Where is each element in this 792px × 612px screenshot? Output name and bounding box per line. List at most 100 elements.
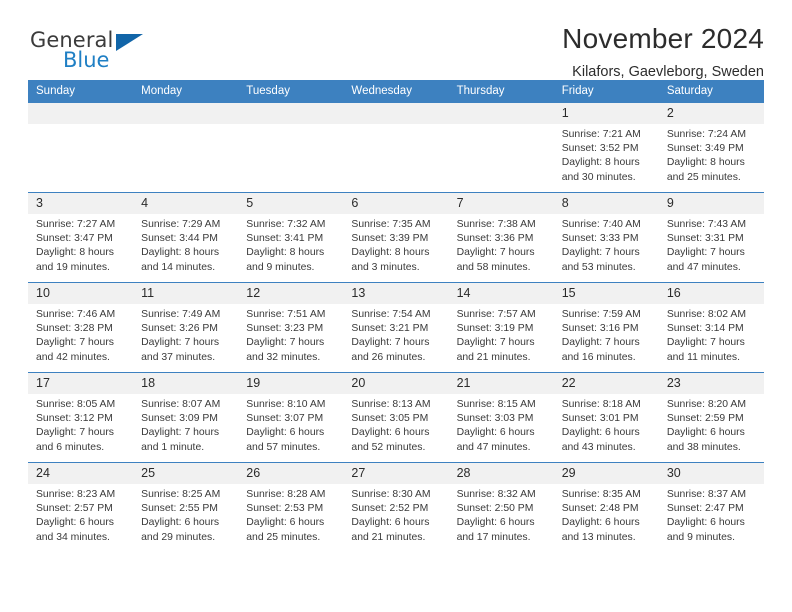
daylight-text-line2: and 32 minutes. [246, 351, 321, 363]
daylight-text-line1: Daylight: 7 hours [36, 337, 114, 349]
calendar-day-cell[interactable]: 9 Sunrise: 7:43 AM Sunset: 3:31 PM Daylight… [658, 192, 764, 283]
calendar-day-cell[interactable]: 2 Sunrise: 7:24 AM Sunset: 3:49 PM Daylight… [658, 102, 764, 193]
general-blue-logo[interactable]: General Blue [30, 26, 150, 78]
calendar-day-cell[interactable]: 17 Sunrise: 8:05 AM Sunset: 3:12 PM Dayligh… [28, 372, 134, 463]
calendar-week-row: 10 Sunrise: 7:46 AM Sunset: 3:28 PM Dayligh… [28, 282, 764, 373]
weekday-header-tuesday: Tuesday [238, 80, 344, 103]
calendar-day-cell[interactable]: 22 Sunrise: 8:18 AM Sunset: 3:01 PM Dayligh… [553, 372, 659, 463]
day-number: 4 [133, 193, 239, 214]
sunset-text: Sunset: 2:59 PM [666, 413, 744, 425]
calendar-day-cell[interactable]: 20 Sunrise: 8:13 AM Sunset: 3:05 PM Dayligh… [343, 372, 449, 463]
day-details: Sunrise: 7:59 AM Sunset: 3:16 PM Daylight:… [554, 304, 659, 365]
daylight-text-line1: Daylight: 6 hours [141, 517, 220, 529]
calendar-day-cell[interactable]: 24 Sunrise: 8:23 AM Sunset: 2:57 PM Dayligh… [28, 462, 134, 552]
daylight-text-line2: and 25 minutes. [666, 171, 741, 183]
calendar-day-cell[interactable]: 4 Sunrise: 7:29 AM Sunset: 3:44 PM Daylight… [133, 192, 239, 283]
day-details: Sunrise: 7:38 AM Sunset: 3:36 PM Daylight:… [449, 214, 554, 275]
sunset-text: Sunset: 3:16 PM [561, 323, 639, 335]
sunrise-text: Sunrise: 8:02 AM [666, 309, 746, 320]
sunrise-text: Sunrise: 7:32 AM [246, 219, 326, 230]
daylight-text-line2: and 25 minutes. [246, 531, 321, 543]
calendar-day-cell[interactable]: 8 Sunrise: 7:40 AM Sunset: 3:33 PM Daylight… [553, 192, 659, 283]
day-number: 19 [238, 373, 344, 394]
calendar-empty-cell [28, 102, 134, 193]
day-details: Sunrise: 7:24 AM Sunset: 3:49 PM Daylight:… [659, 124, 764, 185]
daylight-text-line2: and 9 minutes. [246, 261, 315, 273]
sunset-text: Sunset: 2:57 PM [36, 503, 113, 515]
daylight-text-line2: and 17 minutes. [456, 531, 531, 543]
calendar-day-cell[interactable]: 7 Sunrise: 7:38 AM Sunset: 3:36 PM Daylight… [448, 192, 554, 283]
day-number: 16 [658, 283, 764, 304]
logo-triangle-icon [116, 34, 143, 51]
calendar-day-cell[interactable]: 21 Sunrise: 8:15 AM Sunset: 3:03 PM Dayligh… [448, 372, 554, 463]
daylight-text-line1: Daylight: 7 hours [666, 337, 745, 349]
calendar-day-cell[interactable]: 12 Sunrise: 7:51 AM Sunset: 3:23 PM Dayligh… [238, 282, 344, 373]
calendar-day-cell[interactable]: 10 Sunrise: 7:46 AM Sunset: 3:28 PM Dayligh… [28, 282, 134, 373]
day-number: 9 [658, 193, 764, 214]
sunset-text: Sunset: 3:23 PM [246, 323, 324, 335]
sunset-text: Sunset: 3:49 PM [666, 143, 744, 155]
daylight-text-line1: Daylight: 6 hours [246, 517, 325, 529]
page-title: November 2024 [562, 23, 764, 54]
daylight-text-line1: Daylight: 7 hours [666, 247, 745, 259]
calendar-day-cell[interactable]: 15 Sunrise: 7:59 AM Sunset: 3:16 PM Dayligh… [553, 282, 659, 373]
calendar-day-cell[interactable]: 3 Sunrise: 7:27 AM Sunset: 3:47 PM Daylight… [28, 192, 134, 283]
sunrise-text: Sunrise: 7:57 AM [456, 309, 536, 320]
page-header: General Blue November 2024 Kilafors, Gae… [28, 0, 764, 80]
calendar-day-cell[interactable]: 26 Sunrise: 8:28 AM Sunset: 2:53 PM Dayligh… [238, 462, 344, 552]
day-details: Sunrise: 7:51 AM Sunset: 3:23 PM Daylight:… [238, 304, 343, 365]
sunrise-text: Sunrise: 8:07 AM [141, 399, 221, 410]
daylight-text-line2: and 57 minutes. [246, 441, 321, 453]
calendar-day-cell[interactable]: 13 Sunrise: 7:54 AM Sunset: 3:21 PM Dayligh… [343, 282, 449, 373]
calendar-day-cell[interactable]: 25 Sunrise: 8:25 AM Sunset: 2:55 PM Dayligh… [133, 462, 239, 552]
daylight-text-line2: and 58 minutes. [456, 261, 531, 273]
daylight-text-line1: Daylight: 7 hours [246, 337, 325, 349]
calendar-day-cell[interactable]: 23 Sunrise: 8:20 AM Sunset: 2:59 PM Dayligh… [658, 372, 764, 463]
day-number: 11 [133, 283, 239, 304]
title-block: November 2024 Kilafors, Gaevleborg, Swed… [562, 22, 764, 82]
day-details: Sunrise: 8:23 AM Sunset: 2:57 PM Daylight:… [28, 484, 133, 545]
sunset-text: Sunset: 3:31 PM [666, 233, 744, 245]
day-number: 23 [658, 373, 764, 394]
day-number [238, 103, 344, 124]
day-number: 29 [553, 463, 659, 484]
calendar-day-cell[interactable]: 16 Sunrise: 8:02 AM Sunset: 3:14 PM Dayligh… [658, 282, 764, 373]
day-details: Sunrise: 7:32 AM Sunset: 3:41 PM Daylight:… [238, 214, 343, 275]
calendar-day-cell[interactable]: 30 Sunrise: 8:37 AM Sunset: 2:47 PM Dayligh… [658, 462, 764, 552]
daylight-text-line2: and 1 minute. [141, 441, 205, 453]
sunrise-text: Sunrise: 7:59 AM [561, 309, 641, 320]
calendar-body: 1 Sunrise: 7:21 AM Sunset: 3:52 PM Daylight… [28, 102, 764, 552]
day-number: 28 [448, 463, 554, 484]
day-details: Sunrise: 8:35 AM Sunset: 2:48 PM Daylight:… [554, 484, 659, 545]
calendar-day-cell[interactable]: 19 Sunrise: 8:10 AM Sunset: 3:07 PM Dayligh… [238, 372, 344, 463]
daylight-text-line2: and 11 minutes. [666, 351, 741, 363]
logo-text-blue: Blue [63, 48, 110, 72]
daylight-text-line1: Daylight: 8 hours [141, 247, 220, 259]
sunrise-text: Sunrise: 7:51 AM [246, 309, 326, 320]
sunset-text: Sunset: 3:05 PM [351, 413, 429, 425]
sunrise-text: Sunrise: 8:10 AM [246, 399, 326, 410]
calendar-week-row: 24 Sunrise: 8:23 AM Sunset: 2:57 PM Dayligh… [28, 462, 764, 552]
calendar-day-cell[interactable]: 5 Sunrise: 7:32 AM Sunset: 3:41 PM Daylight… [238, 192, 344, 283]
calendar-day-cell[interactable]: 29 Sunrise: 8:35 AM Sunset: 2:48 PM Dayligh… [553, 462, 659, 552]
calendar-day-cell[interactable]: 28 Sunrise: 8:32 AM Sunset: 2:50 PM Dayligh… [448, 462, 554, 552]
sunrise-text: Sunrise: 8:35 AM [561, 489, 641, 500]
sunrise-text: Sunrise: 8:28 AM [246, 489, 326, 500]
daylight-text-line1: Daylight: 7 hours [351, 337, 430, 349]
calendar-day-cell[interactable]: 1 Sunrise: 7:21 AM Sunset: 3:52 PM Daylight… [553, 102, 659, 193]
sunset-text: Sunset: 2:50 PM [456, 503, 534, 515]
sunrise-text: Sunrise: 8:25 AM [141, 489, 221, 500]
day-number: 24 [28, 463, 134, 484]
calendar-day-cell[interactable]: 14 Sunrise: 7:57 AM Sunset: 3:19 PM Dayligh… [448, 282, 554, 373]
weekday-header-thursday: Thursday [448, 80, 554, 103]
day-details: Sunrise: 7:43 AM Sunset: 3:31 PM Daylight:… [659, 214, 764, 275]
calendar-day-cell[interactable]: 6 Sunrise: 7:35 AM Sunset: 3:39 PM Daylight… [343, 192, 449, 283]
calendar-day-cell[interactable]: 11 Sunrise: 7:49 AM Sunset: 3:26 PM Dayligh… [133, 282, 239, 373]
calendar-day-cell[interactable]: 27 Sunrise: 8:30 AM Sunset: 2:52 PM Dayligh… [343, 462, 449, 552]
day-details: Sunrise: 7:21 AM Sunset: 3:52 PM Daylight:… [554, 124, 659, 185]
sunset-text: Sunset: 3:09 PM [141, 413, 218, 425]
day-number: 10 [28, 283, 134, 304]
sunrise-sunset-calendar: Sunday Monday Tuesday Wednesday Thursday… [28, 80, 764, 552]
calendar-day-cell[interactable]: 18 Sunrise: 8:07 AM Sunset: 3:09 PM Dayligh… [133, 372, 239, 463]
sunrise-text: Sunrise: 7:29 AM [141, 219, 221, 230]
